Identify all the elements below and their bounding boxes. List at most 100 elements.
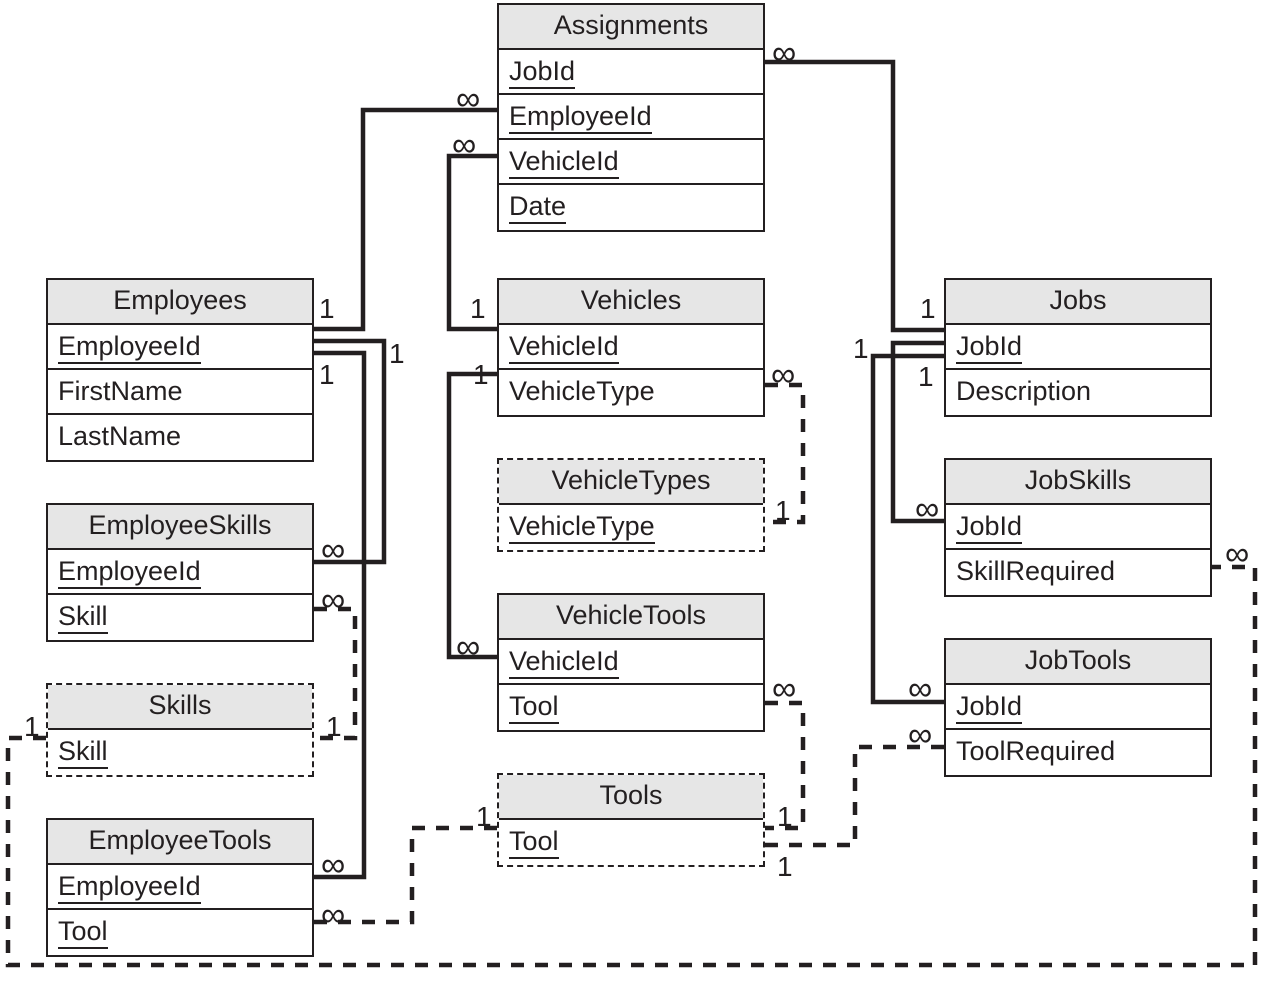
field-label: VehicleId [509,331,619,364]
entity-employeetools[interactable]: EmployeeTools EmployeeId Tool [46,818,314,957]
cardinality-marker-m1: ∞ [772,34,797,72]
field-label: VehicleId [509,646,619,679]
field-assignments-jobid[interactable]: JobId [499,50,763,95]
field-label: LastName [58,421,182,451]
field-label: Skill [58,601,108,634]
wire-vehicles-vehicletools [446,371,497,660]
field-label: Tool [509,826,559,859]
field-label: JobId [956,691,1023,724]
entity-title-vehicletools: VehicleTools [499,595,763,640]
field-assignments-date[interactable]: Date [499,185,763,230]
cardinality-marker-m2: ∞ [456,80,481,118]
cardinality-marker-m16: ∞ [915,490,940,528]
cardinality-marker-m6: 1 [319,359,335,390]
field-employeeskills-skill[interactable]: Skill [48,595,312,640]
cardinality-marker-m9: 1 [920,293,936,324]
entity-title-employeetools: EmployeeTools [48,820,312,865]
entity-title-jobs: Jobs [946,280,1210,325]
field-label: Description [956,376,1092,406]
field-vehicletypes-vehicletype[interactable]: VehicleType [499,505,763,550]
cardinality-marker-m20: ∞ [908,670,933,708]
field-employees-lastname[interactable]: LastName [48,415,312,460]
field-label: Tool [509,691,559,724]
field-label: FirstName [58,376,183,406]
field-tools-tool[interactable]: Tool [499,820,763,865]
field-vehicletools-vehicleid[interactable]: VehicleId [499,640,763,685]
entity-employeeskills[interactable]: EmployeeSkills EmployeeId Skill [46,503,314,642]
cardinality-marker-m19: ∞ [772,670,797,708]
field-employeetools-employeeid[interactable]: EmployeeId [48,865,312,910]
field-label: JobId [956,331,1023,364]
cardinality-marker-m12: ∞ [771,356,796,394]
cardinality-marker-m13: 1 [775,495,791,526]
field-employees-employeeid[interactable]: EmployeeId [48,325,312,370]
wire-jobs-assignments [765,59,944,333]
field-label: JobId [509,56,576,89]
cardinality-marker-m28: ∞ [321,896,346,934]
field-vehicletools-tool[interactable]: Tool [499,685,763,730]
field-label: Skill [58,736,108,769]
entity-tools[interactable]: Tools Tool [497,773,765,867]
field-label: Tool [58,916,108,949]
field-label: VehicleType [509,376,655,406]
cardinality-marker-m10: 1 [853,333,869,364]
entity-title-jobskills: JobSkills [946,460,1210,505]
cardinality-marker-m14: ∞ [321,531,346,569]
field-employeeskills-employeeid[interactable]: EmployeeId [48,550,312,595]
entity-title-assignments: Assignments [499,5,763,50]
field-employeetools-tool[interactable]: Tool [48,910,312,955]
entity-jobskills[interactable]: JobSkills JobId SkillRequired [944,458,1212,597]
cardinality-marker-m21: ∞ [908,716,933,754]
entity-title-vehicletypes: VehicleTypes [499,460,763,505]
field-label: EmployeeId [509,101,652,134]
entity-vehicles[interactable]: Vehicles VehicleId VehicleType [497,278,765,417]
cardinality-marker-m22: 1 [24,711,40,742]
er-diagram-canvas: Assignments JobId EmployeeId VehicleId Date E… [0,0,1268,983]
entity-skills[interactable]: Skills Skill [46,683,314,777]
cardinality-marker-m5: 1 [389,338,405,369]
entity-title-skills: Skills [48,685,312,730]
cardinality-marker-m24: 1 [476,801,492,832]
field-label: VehicleId [509,146,619,179]
entity-employees[interactable]: Employees EmployeeId FirstName LastName [46,278,314,462]
field-jobskills-jobid[interactable]: JobId [946,505,1210,550]
field-jobs-description[interactable]: Description [946,370,1210,415]
field-label: EmployeeId [58,556,201,589]
cardinality-marker-m11: 1 [918,361,934,392]
cardinality-marker-m26: 1 [777,851,793,882]
entity-title-employeeskills: EmployeeSkills [48,505,312,550]
field-assignments-employeeid[interactable]: EmployeeId [499,95,763,140]
cardinality-marker-m18: ∞ [456,628,481,666]
field-label: SkillRequired [956,556,1116,586]
entity-jobs[interactable]: Jobs JobId Description [944,278,1212,417]
field-jobs-jobid[interactable]: JobId [946,325,1210,370]
field-employees-firstname[interactable]: FirstName [48,370,312,415]
field-jobtools-toolrequired[interactable]: ToolRequired [946,730,1210,775]
field-label: EmployeeId [58,871,201,904]
entity-vehicletypes[interactable]: VehicleTypes VehicleType [497,458,765,552]
cardinality-marker-m17: ∞ [1225,535,1250,573]
field-jobskills-skillrequired[interactable]: SkillRequired [946,550,1210,595]
cardinality-marker-m3: ∞ [452,126,477,164]
wire-jobs-jobtools [870,353,944,705]
entity-title-jobtools: JobTools [946,640,1210,685]
field-label: ToolRequired [956,736,1116,766]
cardinality-marker-m7: 1 [470,293,486,324]
field-assignments-vehicleid[interactable]: VehicleId [499,140,763,185]
entity-assignments[interactable]: Assignments JobId EmployeeId VehicleId Date [497,3,765,232]
cardinality-marker-m8: 1 [473,359,489,390]
field-jobtools-jobid[interactable]: JobId [946,685,1210,730]
field-label: EmployeeId [58,331,201,364]
entity-vehicletools[interactable]: VehicleTools VehicleId Tool [497,593,765,732]
field-vehicles-vehicleid[interactable]: VehicleId [499,325,763,370]
field-label: JobId [956,511,1023,544]
cardinality-marker-m25: 1 [777,801,793,832]
cardinality-marker-m27: ∞ [321,846,346,884]
entity-title-employees: Employees [48,280,312,325]
field-vehicles-vehicletype[interactable]: VehicleType [499,370,763,415]
entity-jobtools[interactable]: JobTools JobId ToolRequired [944,638,1212,777]
cardinality-marker-m15: ∞ [321,581,346,619]
entity-title-vehicles: Vehicles [499,280,763,325]
cardinality-marker-m4: 1 [319,293,335,324]
field-skills-skill[interactable]: Skill [48,730,312,775]
